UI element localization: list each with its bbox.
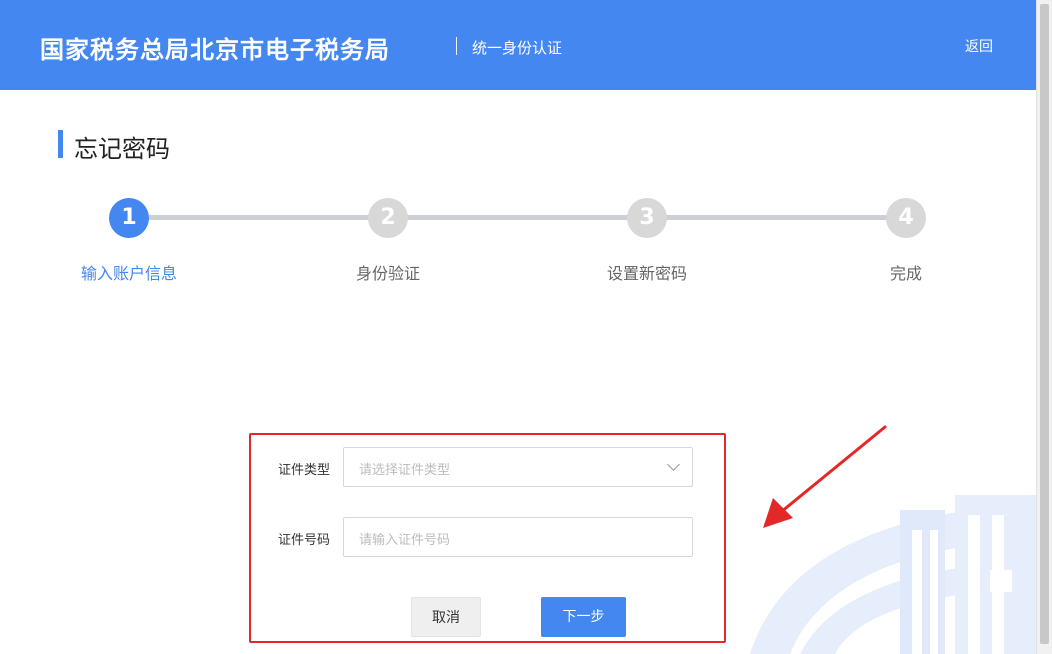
page-title: 忘记密码	[74, 135, 170, 163]
id-number-label: 证件号码	[278, 533, 331, 548]
chevron-down-icon	[667, 458, 680, 471]
step-connector	[407, 215, 629, 220]
title-accent-bar	[58, 130, 63, 158]
id-type-select[interactable]: 请选择证件类型	[343, 447, 693, 487]
step-3-circle: 3	[627, 198, 667, 238]
id-number-input[interactable]: 请输入证件号码	[343, 517, 693, 557]
scrollbar-thumb[interactable]	[1040, 4, 1049, 644]
step-1-label: 输入账户信息	[80, 264, 177, 283]
step-4-label: 完成	[889, 264, 922, 283]
step-4-circle: 4	[886, 198, 926, 238]
next-step-button[interactable]: 下一步	[541, 597, 626, 637]
cancel-button[interactable]: 取消	[411, 597, 481, 637]
step-2-label: 身份验证	[355, 264, 420, 283]
site-subtitle: 统一身份认证	[472, 39, 563, 57]
step-2-circle: 2	[368, 198, 408, 238]
site-title: 国家税务总局北京市电子税务局	[40, 36, 390, 64]
step-1-circle: 1	[109, 198, 149, 238]
title-divider	[456, 37, 457, 55]
step-3-label: 设置新密码	[606, 264, 687, 283]
id-number-placeholder: 请输入证件号码	[359, 533, 451, 548]
step-connector	[666, 215, 888, 220]
id-type-label: 证件类型	[278, 463, 331, 478]
id-type-placeholder: 请选择证件类型	[359, 463, 451, 478]
top-header: 国家税务总局北京市电子税务局 统一身份认证 返回	[0, 0, 1036, 90]
red-arrow-annotation	[763, 425, 887, 528]
vertical-scrollbar[interactable]	[1036, 0, 1052, 654]
step-connector	[148, 215, 370, 220]
back-link[interactable]: 返回	[965, 36, 993, 56]
